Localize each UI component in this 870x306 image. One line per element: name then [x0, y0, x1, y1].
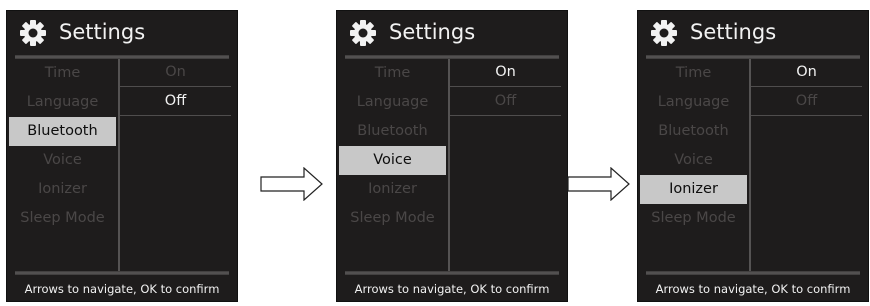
menu-item-language[interactable]: Language [339, 88, 446, 117]
screen-title: Settings [690, 20, 777, 44]
menu-item-language[interactable]: Language [640, 88, 747, 117]
footer-hint: Arrows to navigate, OK to confirm [354, 282, 550, 296]
menu-item-bluetooth[interactable]: Bluetooth [9, 117, 116, 146]
settings-screen-1: Settings Time Language Bluetooth Voice I… [6, 10, 238, 302]
options-list: On Off [450, 59, 561, 117]
menu-item-ionizer[interactable]: Ionizer [640, 175, 747, 204]
screen-title: Settings [389, 20, 476, 44]
gear-icon [350, 20, 376, 46]
option-on[interactable]: On [120, 59, 231, 87]
right-arrow-icon [567, 167, 630, 201]
settings-screen-2: Settings Time Language Bluetooth Voice I… [336, 10, 568, 302]
menu-item-ionizer[interactable]: Ionizer [339, 175, 446, 204]
screen-header: Settings [7, 11, 237, 54]
gear-icon [651, 20, 677, 46]
menu-item-voice[interactable]: Voice [9, 146, 116, 175]
options-list: On Off [120, 59, 231, 117]
menu-item-voice[interactable]: Voice [339, 146, 446, 175]
settings-screen-3: Settings Time Language Bluetooth Voice I… [637, 10, 869, 302]
footer-divider [15, 271, 229, 275]
menu-item-sleep-mode[interactable]: Sleep Mode [9, 204, 116, 233]
settings-menu: Time Language Bluetooth Voice Ionizer Sl… [638, 59, 749, 233]
footer-hint: Arrows to navigate, OK to confirm [655, 282, 851, 296]
menu-item-bluetooth[interactable]: Bluetooth [339, 117, 446, 146]
menu-item-time[interactable]: Time [9, 59, 116, 88]
menu-item-ionizer[interactable]: Ionizer [9, 175, 116, 204]
screen-header: Settings [638, 11, 868, 54]
right-arrow-icon [260, 167, 323, 201]
menu-item-time[interactable]: Time [339, 59, 446, 88]
option-off[interactable]: Off [751, 88, 862, 116]
menu-item-bluetooth[interactable]: Bluetooth [640, 117, 747, 146]
option-on[interactable]: On [450, 59, 561, 87]
gear-icon [20, 20, 46, 46]
footer-hint: Arrows to navigate, OK to confirm [24, 282, 220, 296]
settings-menu: Time Language Bluetooth Voice Ionizer Sl… [337, 59, 448, 233]
footer-divider [646, 271, 860, 275]
menu-item-language[interactable]: Language [9, 88, 116, 117]
footer-divider [345, 271, 559, 275]
option-on[interactable]: On [751, 59, 862, 87]
menu-item-sleep-mode[interactable]: Sleep Mode [640, 204, 747, 233]
option-off[interactable]: Off [120, 88, 231, 116]
menu-item-time[interactable]: Time [640, 59, 747, 88]
options-list: On Off [751, 59, 862, 117]
screen-title: Settings [59, 20, 146, 44]
option-off[interactable]: Off [450, 88, 561, 116]
screen-header: Settings [337, 11, 567, 54]
settings-menu: Time Language Bluetooth Voice Ionizer Sl… [7, 59, 118, 233]
menu-item-sleep-mode[interactable]: Sleep Mode [339, 204, 446, 233]
menu-item-voice[interactable]: Voice [640, 146, 747, 175]
